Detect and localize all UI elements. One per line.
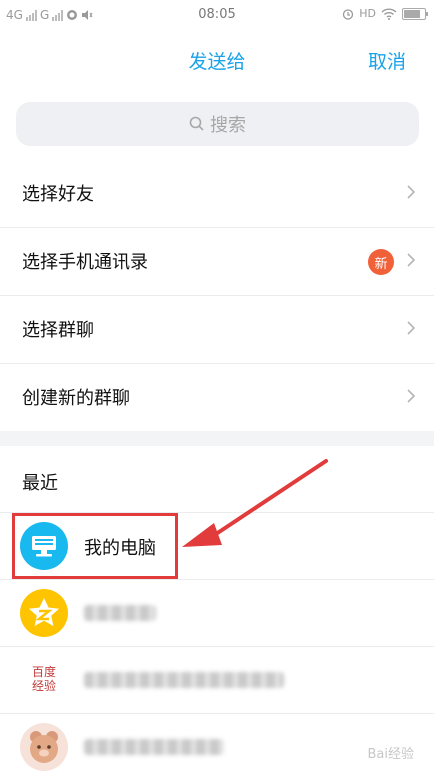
menu-create-group-chat[interactable]: 创建新的群聊 (0, 364, 434, 432)
contact-qzone[interactable] (0, 580, 434, 647)
chevron-right-icon (407, 389, 416, 403)
new-badge: 新 (368, 249, 394, 275)
menu-select-friends[interactable]: 选择好友 (0, 160, 434, 228)
avatar-logo-text: 百度 经验 (31, 665, 56, 693)
chevron-right-icon (407, 253, 416, 267)
menu-label: 选择群聊 (22, 320, 94, 341)
baidu-jingyan-avatar: 百度 经验 (20, 656, 68, 704)
blurred-contact-name (84, 605, 156, 621)
menu-select-group-chat[interactable]: 选择群聊 (0, 296, 434, 364)
menu-select-contacts[interactable]: 选择手机通讯录 新 (0, 228, 434, 296)
qzone-avatar-icon (20, 589, 68, 637)
status-right-group: HD (342, 7, 428, 20)
recent-section-title: 最近 (22, 473, 58, 494)
annotation-highlight-box (12, 513, 178, 579)
watermark: Bai经验 (367, 747, 415, 762)
cancel-button[interactable]: 取消 (368, 47, 406, 74)
menu-label: 选择手机通讯录 (22, 252, 148, 273)
blurred-contact-name (84, 739, 224, 755)
header: 发送给 取消 (0, 30, 434, 92)
alarm-icon (343, 8, 354, 20)
contact-baidu-jingyan[interactable]: 百度 经验 (0, 647, 434, 714)
wifi-icon (381, 7, 397, 20)
search-icon (189, 116, 204, 131)
bear-avatar-icon (20, 723, 68, 771)
chevron-right-icon (407, 321, 416, 335)
chevron-right-icon (407, 185, 416, 199)
hd-label: HD (359, 7, 376, 20)
battery-icon (402, 7, 428, 20)
blurred-contact-name (84, 672, 284, 688)
search-input[interactable]: 搜索 (16, 102, 419, 146)
search-placeholder: 搜索 (210, 115, 246, 136)
menu-label: 创建新的群聊 (22, 388, 130, 409)
menu-label: 选择好友 (22, 184, 94, 205)
section-divider (0, 431, 434, 446)
status-bar: 4G G 08:05 HD (0, 0, 434, 30)
